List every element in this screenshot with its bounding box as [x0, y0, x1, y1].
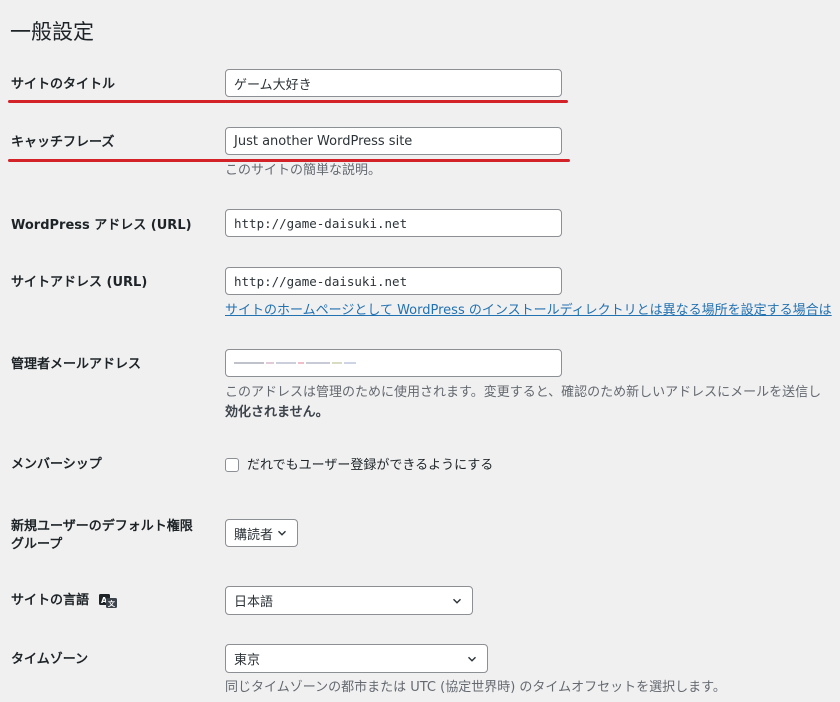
tagline-input[interactable]: Just another WordPress site: [225, 127, 562, 155]
redacted-email: [234, 362, 356, 364]
timezone-label: タイムゾーン: [11, 652, 89, 667]
chevron-down-icon: [468, 656, 476, 662]
site-title-label: サイトのタイトル: [11, 77, 116, 92]
site-address-input[interactable]: http://game-daisuki.net: [225, 267, 562, 295]
timezone-value: 東京: [234, 653, 261, 668]
chevron-down-icon: [278, 530, 286, 536]
membership-checkbox-label[interactable]: だれでもユーザー登録ができるようにする: [247, 456, 493, 475]
site-language-select[interactable]: 日本語: [225, 586, 473, 615]
membership-checkbox[interactable]: [225, 458, 239, 472]
admin-email-description-2: 効化されません。: [225, 403, 329, 422]
default-role-label-1: 新規ユーザーのデフォルト権限: [11, 519, 193, 534]
tagline-description: このサイトの簡単な説明。: [225, 163, 382, 178]
timezone-description: 同じタイムゾーンの都市または UTC (協定世界時) のタイムオフセットを選択し…: [225, 680, 726, 695]
site-address-help-link[interactable]: サイトのホームページとして WordPress のインストールディレクトリとは異…: [225, 301, 832, 320]
site-language-value: 日本語: [234, 595, 274, 610]
default-role-label-2: グループ: [11, 537, 63, 552]
svg-text:文: 文: [108, 599, 116, 608]
timezone-select[interactable]: 東京: [225, 644, 488, 673]
translate-icon: A 文: [98, 593, 117, 608]
default-role-select[interactable]: 購読者: [225, 519, 298, 547]
membership-label: メンバーシップ: [11, 457, 102, 472]
site-title-red-underline: [8, 100, 568, 103]
site-language-label: サイトの言語: [11, 593, 90, 608]
site-title-input[interactable]: ゲーム大好き: [225, 69, 562, 97]
admin-email-input[interactable]: [225, 349, 562, 377]
wp-address-input[interactable]: http://game-daisuki.net: [225, 209, 562, 237]
wp-address-label: WordPress アドレス (URL): [11, 218, 192, 233]
page-title: 一般設定: [10, 20, 94, 44]
site-address-label: サイトアドレス (URL): [11, 275, 148, 290]
chevron-down-icon: [453, 598, 461, 604]
admin-email-description-1: このアドレスは管理のために使用されます。変更すると、確認のため新しいアドレスにメ…: [225, 385, 822, 400]
admin-email-description-strong: 効化されません。: [225, 405, 329, 420]
default-role-value: 購読者: [234, 527, 274, 543]
site-language-label-row: サイトの言語 A 文: [11, 591, 118, 610]
tagline-label: キャッチフレーズ: [11, 135, 115, 150]
admin-email-label: 管理者メールアドレス: [11, 357, 142, 372]
